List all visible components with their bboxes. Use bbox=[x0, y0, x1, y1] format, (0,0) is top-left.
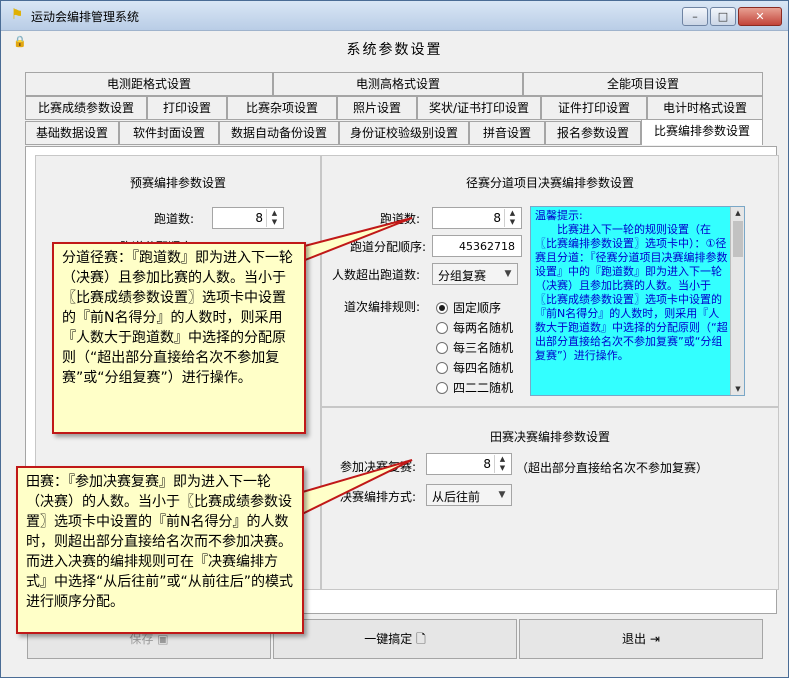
stepper-arrows-icon[interactable]: ▲ ▼ bbox=[504, 209, 520, 227]
tab-cover[interactable]: 软件封面设置 bbox=[119, 121, 219, 145]
tab-print[interactable]: 打印设置 bbox=[147, 96, 227, 120]
scroll-thumb[interactable] bbox=[733, 221, 743, 257]
scroll-up-icon[interactable]: ▲ bbox=[731, 207, 744, 219]
tab-scheduling-params[interactable]: 比赛编排参数设置 bbox=[641, 119, 763, 145]
track-lane-order-label: 跑道分配顺序: bbox=[350, 240, 427, 254]
floppy-icon: ▣ bbox=[157, 632, 169, 646]
overflow-value: 分组复赛 bbox=[438, 269, 487, 283]
prelim-lanes-label: 跑道数: bbox=[154, 212, 195, 226]
maximize-button[interactable]: □ bbox=[710, 7, 736, 26]
rule-label: 每三名随机 bbox=[453, 341, 514, 355]
rule-radio-four[interactable]: 每四名随机 bbox=[436, 359, 513, 376]
hint-scrollbar[interactable]: ▲ ▼ bbox=[730, 207, 744, 395]
rule-label: 固定顺序 bbox=[453, 301, 502, 315]
overflow-select[interactable]: 分组复赛 ▼ bbox=[432, 263, 518, 285]
prelim-title: 预赛编排参数设置 bbox=[129, 176, 226, 190]
stepper-arrows-icon[interactable]: ▲ ▼ bbox=[494, 455, 510, 473]
title-bar: ⚑ 运动会编排管理系统 – □ ✕ bbox=[1, 1, 788, 31]
runner-icon: ⚑ bbox=[10, 7, 24, 23]
page-title: 系统参数设置 bbox=[346, 42, 443, 58]
field-callout: 田赛：『参加决赛复赛』即为进入下一轮（决赛）的人数。当小于〖比赛成绩参数设置〗选… bbox=[16, 466, 304, 634]
tab-distance-format[interactable]: 电测距格式设置 bbox=[25, 72, 273, 96]
field-final-title: 田赛决赛编排参数设置 bbox=[489, 430, 610, 444]
track-callout: 分道径赛：『跑道数』即为进入下一轮（决赛）且参加比赛的人数。当小于〖比赛成绩参数… bbox=[52, 242, 306, 434]
rule-radio-422[interactable]: 四二二随机 bbox=[436, 379, 513, 396]
tab-certificate-print[interactable]: 奖状/证书打印设置 bbox=[417, 96, 541, 120]
hint-box: 温馨提示: 比赛进入下一轮的规则设置（在〖比赛编排参数设置〗选项卡中）：①径赛且… bbox=[530, 206, 745, 396]
tab-photo[interactable]: 照片设置 bbox=[337, 96, 417, 120]
tab-id-check[interactable]: 身份证校验级别设置 bbox=[339, 121, 469, 145]
tab-pinyin[interactable]: 拼音设置 bbox=[469, 121, 545, 145]
track-lanes-value: 8 bbox=[493, 211, 501, 225]
lane-order-input[interactable]: 45362718 bbox=[432, 235, 522, 257]
track-rule-label: 道次编排规则: bbox=[344, 300, 421, 314]
stepper-arrows-icon[interactable]: ▲ ▼ bbox=[266, 209, 282, 227]
field-mode-value: 从后往前 bbox=[432, 490, 481, 504]
field-mode-select[interactable]: 从后往前 ▼ bbox=[426, 484, 512, 506]
exit-door-icon: ⇥ bbox=[649, 632, 660, 646]
rule-label: 每四名随机 bbox=[453, 361, 514, 375]
rule-label: 四二二随机 bbox=[453, 381, 514, 395]
field-count-value: 8 bbox=[483, 457, 491, 471]
chevron-down-icon[interactable]: ▼ bbox=[500, 265, 516, 283]
one-click-label: 一键搞定 bbox=[364, 632, 413, 646]
minimize-button[interactable]: – bbox=[682, 7, 708, 26]
tab-combined-events[interactable]: 全能项目设置 bbox=[523, 72, 763, 96]
tab-timer-format[interactable]: 电计时格式设置 bbox=[647, 96, 763, 120]
tab-height-format[interactable]: 电测高格式设置 bbox=[273, 72, 523, 96]
exit-button[interactable]: 退出 ⇥ bbox=[519, 619, 763, 659]
hint-text: 比赛进入下一轮的规则设置（在〖比赛编排参数设置〗选项卡中）：①径赛且分道：『径赛… bbox=[535, 223, 728, 362]
exit-label: 退出 bbox=[622, 632, 647, 646]
field-count-note: （超出部分直接给名次不参加复赛） bbox=[516, 461, 709, 475]
track-lanes-label: 跑道数: bbox=[380, 212, 421, 226]
field-mode-label: 决赛编排方式: bbox=[340, 490, 417, 504]
track-final-title: 径赛分道项目决赛编排参数设置 bbox=[465, 176, 634, 190]
document-icon: 🗋 bbox=[416, 632, 426, 646]
rule-label: 每两名随机 bbox=[453, 321, 514, 335]
prelim-lanes-value: 8 bbox=[255, 211, 263, 225]
track-lanes-stepper[interactable]: 8 ▲ ▼ bbox=[432, 207, 522, 229]
tab-basic-data[interactable]: 基础数据设置 bbox=[25, 121, 119, 145]
close-button[interactable]: ✕ bbox=[738, 7, 782, 26]
rule-radio-fixed[interactable]: 固定顺序 bbox=[436, 299, 501, 316]
tab-score-params[interactable]: 比赛成绩参数设置 bbox=[25, 96, 147, 120]
rule-radio-two[interactable]: 每两名随机 bbox=[436, 319, 513, 336]
radio-icon bbox=[436, 362, 448, 374]
tab-id-print[interactable]: 证件打印设置 bbox=[541, 96, 647, 120]
one-click-button[interactable]: 一键搞定 🗋 bbox=[273, 619, 517, 659]
tab-registration[interactable]: 报名参数设置 bbox=[545, 121, 641, 145]
tab-auto-backup[interactable]: 数据自动备份设置 bbox=[219, 121, 339, 145]
tab-misc[interactable]: 比赛杂项设置 bbox=[227, 96, 337, 120]
scroll-down-icon[interactable]: ▼ bbox=[731, 383, 744, 395]
track-over-label: 人数超出跑道数: bbox=[332, 268, 421, 282]
field-final-panel: 田赛决赛编排参数设置 参加决赛复赛: 8 ▲ ▼ （超出部分直接给名次不参加复赛）… bbox=[321, 407, 779, 590]
radio-icon bbox=[436, 342, 448, 354]
window-title: 运动会编排管理系统 bbox=[31, 10, 140, 24]
radio-checked-icon bbox=[436, 302, 448, 314]
chevron-down-icon[interactable]: ▼ bbox=[494, 486, 510, 504]
save-label: 保存 bbox=[129, 632, 154, 646]
field-count-stepper[interactable]: 8 ▲ ▼ bbox=[426, 453, 512, 475]
hint-title: 温馨提示: bbox=[535, 209, 583, 222]
prelim-lanes-stepper[interactable]: 8 ▲ ▼ bbox=[212, 207, 284, 229]
radio-icon bbox=[436, 382, 448, 394]
rule-radio-three[interactable]: 每三名随机 bbox=[436, 339, 513, 356]
track-final-panel: 径赛分道项目决赛编排参数设置 跑道数: 8 ▲ ▼ 跑道分配顺序: 4536271… bbox=[321, 155, 779, 407]
field-count-label: 参加决赛复赛: bbox=[340, 460, 417, 474]
radio-icon bbox=[436, 322, 448, 334]
